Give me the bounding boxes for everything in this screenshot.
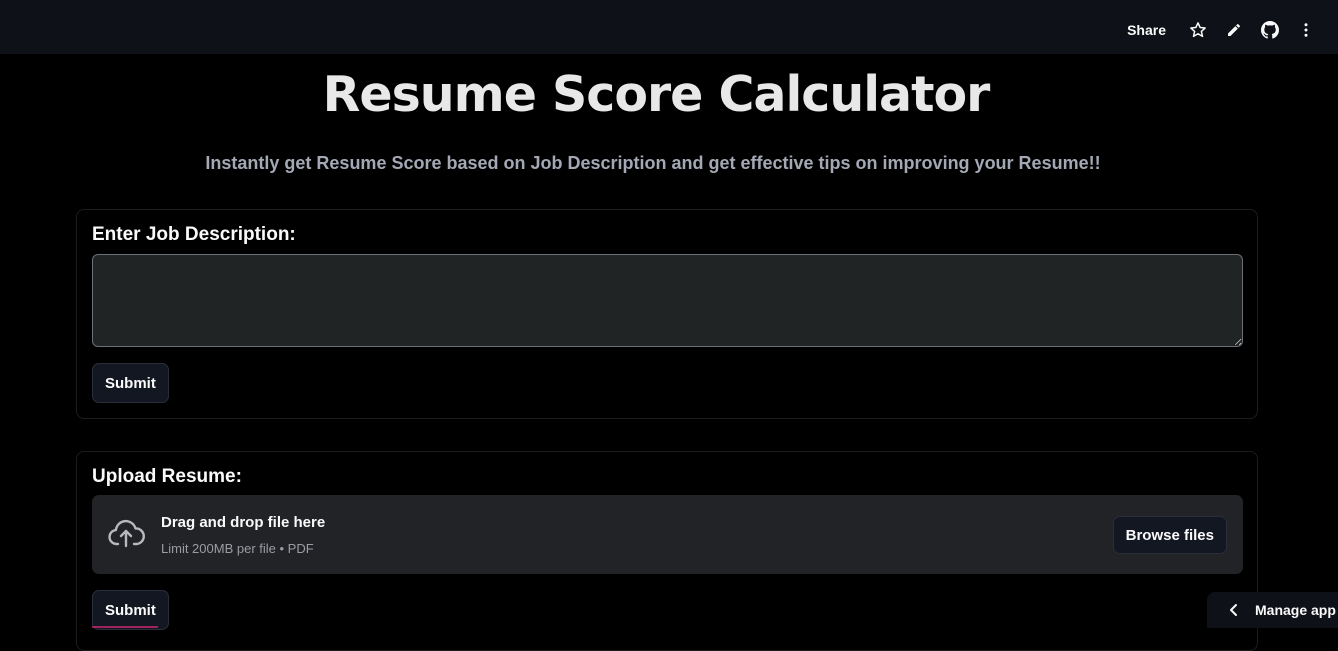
star-icon[interactable]	[1180, 12, 1216, 48]
dropzone-title: Drag and drop file here	[161, 514, 325, 531]
file-dropzone[interactable]: Drag and drop file here Limit 200MB per …	[92, 495, 1243, 574]
resume-upload-form: Upload Resume: Drag and drop file here L…	[76, 451, 1258, 651]
github-icon[interactable]	[1252, 12, 1288, 48]
share-button[interactable]: Share	[1127, 22, 1166, 38]
resume-submit-button[interactable]: Submit	[92, 590, 169, 630]
header-actions: Share	[1127, 0, 1324, 60]
browse-files-button[interactable]: Browse files	[1113, 516, 1227, 554]
dropzone-limit-text: Limit 200MB per file • PDF	[161, 541, 314, 556]
job-description-form: Enter Job Description: Submit	[76, 209, 1258, 419]
app-header: Share	[0, 0, 1338, 54]
job-description-textarea[interactable]	[92, 254, 1243, 347]
page-title: Resume Score Calculator	[0, 66, 1312, 123]
chevron-left-icon	[1229, 603, 1239, 617]
upload-resume-label: Upload Resume:	[92, 466, 242, 488]
cloud-upload-icon	[107, 519, 145, 551]
pencil-icon[interactable]	[1216, 12, 1252, 48]
more-vertical-icon[interactable]	[1288, 12, 1324, 48]
manage-app-label: Manage app	[1255, 602, 1336, 618]
page-subtitle: Instantly get Resume Score based on Job …	[0, 153, 1306, 174]
manage-app-button[interactable]: Manage app	[1207, 592, 1338, 628]
job-description-label: Enter Job Description:	[92, 224, 296, 246]
job-description-submit-button[interactable]: Submit	[92, 363, 169, 403]
